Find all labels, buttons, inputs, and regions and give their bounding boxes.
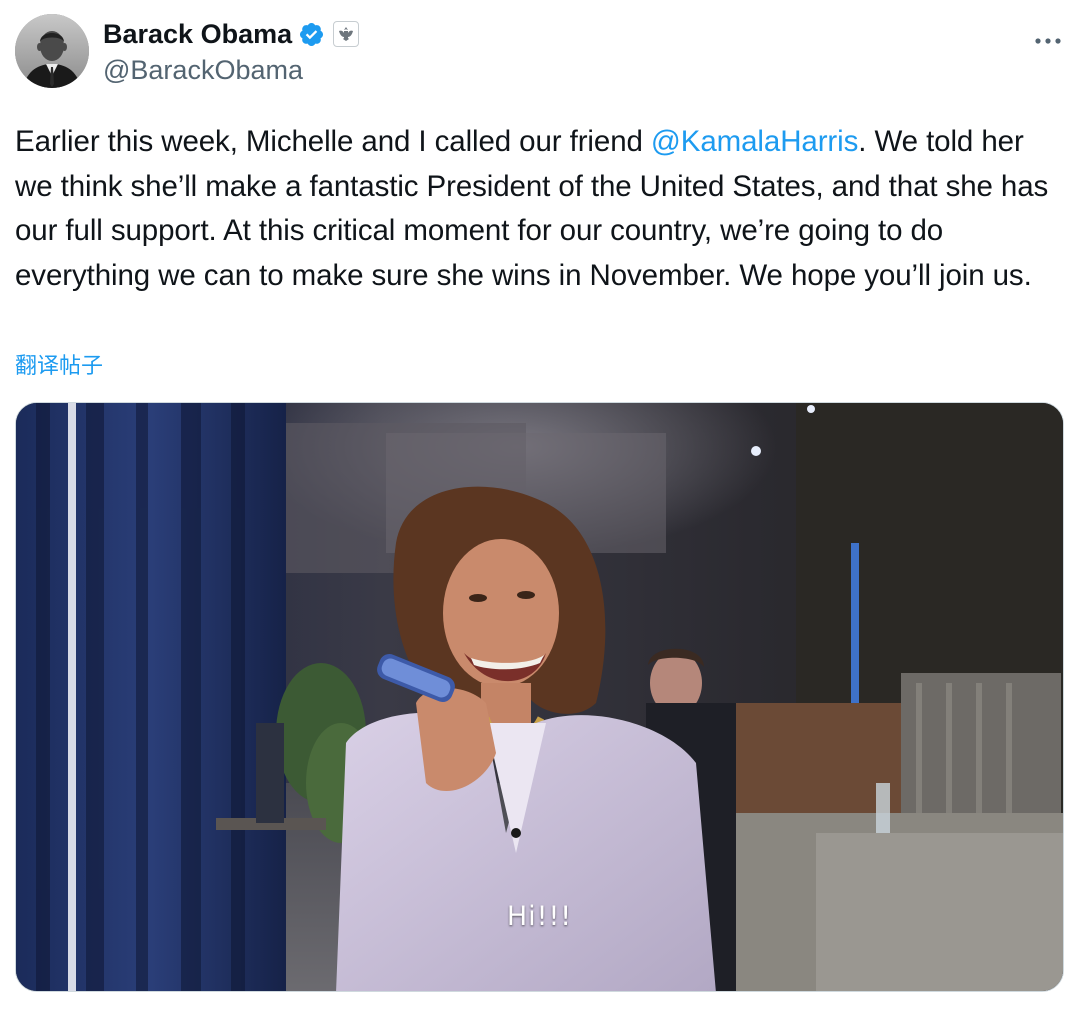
verified-badge-icon[interactable] xyxy=(298,21,325,48)
profile-photo-icon xyxy=(15,14,89,88)
tweet-video[interactable]: Hi!!! xyxy=(15,402,1064,992)
government-seal-icon[interactable] xyxy=(333,21,360,47)
tweet-text: Earlier this week, Michelle and I called… xyxy=(15,120,1065,298)
author-handle[interactable]: @BarackObama xyxy=(103,55,359,86)
video-caption: Hi!!! xyxy=(506,901,573,932)
tweet-text-before: Earlier this week, Michelle and I called… xyxy=(15,125,651,158)
author-display-name[interactable]: Barack Obama xyxy=(103,19,292,50)
more-options-icon[interactable] xyxy=(1031,24,1065,58)
author-names: Barack Obama @BarackObama xyxy=(103,16,360,86)
name-row: Barack Obama xyxy=(103,16,360,52)
mention-link[interactable]: @KamalaHarris xyxy=(651,125,858,158)
translate-post-link[interactable]: 翻译帖子 xyxy=(15,348,103,380)
author-avatar[interactable] xyxy=(15,14,89,88)
tweet-header: Barack Obama @BarackObama xyxy=(15,14,1065,90)
